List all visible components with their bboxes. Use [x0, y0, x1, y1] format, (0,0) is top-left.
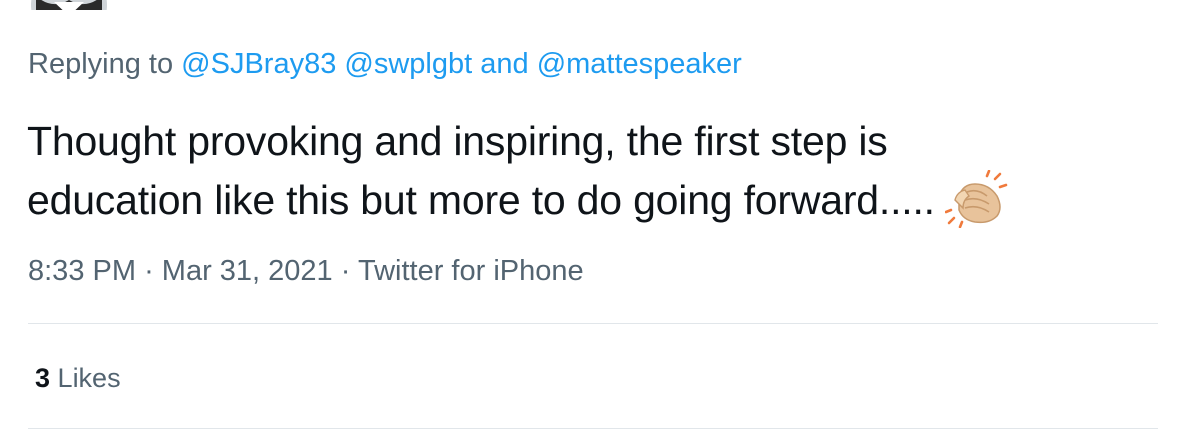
replying-to-label: Replying to — [28, 48, 174, 80]
tweet-date: Mar 31, 2021 — [161, 255, 333, 287]
mention-link-mattespeaker[interactable]: @mattespeaker — [537, 48, 742, 80]
tweet-time: 8:33 PM — [28, 255, 136, 287]
tweet-metadata: 8:33 PM · Mar 31, 2021 · Twitter for iPh… — [28, 253, 584, 289]
mention-link-swplgbt[interactable]: @swplgbt — [344, 48, 472, 80]
likes-count: 3 — [35, 363, 51, 393]
tweet-text-line-2: education like this but more to do going… — [27, 169, 1147, 229]
tweet-source-link[interactable]: Twitter for iPhone — [358, 255, 584, 287]
tweet-text: Thought provoking and inspiring, the fir… — [27, 112, 1147, 229]
divider — [28, 428, 1158, 429]
clapping-hands-icon — [944, 169, 1009, 229]
tweet-timestamp-link[interactable]: 8:33 PM · Mar 31, 2021 — [28, 255, 333, 287]
tweet-text-line-1: Thought provoking and inspiring, the fir… — [27, 118, 888, 164]
likes-label: Likes — [57, 363, 121, 393]
mention-link-sjbray83[interactable]: @SJBray83 — [181, 48, 336, 80]
divider — [28, 323, 1158, 324]
avatar[interactable] — [30, 0, 108, 10]
meta-separator: · — [340, 255, 351, 287]
likes-link[interactable]: 3 Likes — [35, 360, 121, 396]
replying-to: Replying to @SJBray83 @swplgbt and @matt… — [28, 46, 742, 82]
meta-separator: · — [144, 255, 154, 287]
tweet-text-line-2-content: education like this but more to do going… — [27, 177, 935, 223]
replying-to-connector: and — [480, 48, 529, 80]
